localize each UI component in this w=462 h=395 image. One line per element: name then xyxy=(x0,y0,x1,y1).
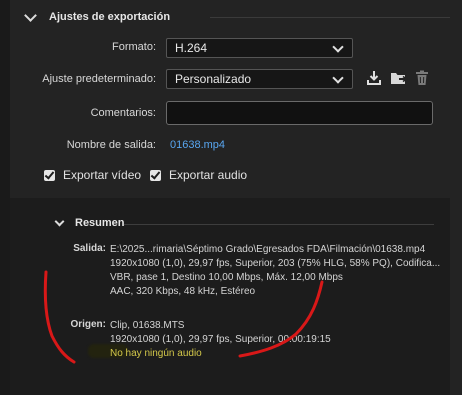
source-summary-line: Clip, 01638.MTS xyxy=(110,320,185,331)
export-audio-checkbox[interactable]: Exportar audio xyxy=(150,168,247,182)
section-title: Ajustes de exportación xyxy=(49,11,171,23)
preset-dropdown[interactable]: Personalizado xyxy=(166,69,353,89)
import-preset-button[interactable] xyxy=(390,70,408,86)
chevron-down-icon xyxy=(24,8,37,22)
checkbox-checked-icon xyxy=(44,169,55,181)
source-summary-label: Origen: xyxy=(70,319,106,330)
output-name-link[interactable]: 01638.mp4 xyxy=(170,139,225,151)
output-name-label: Nombre de salida: xyxy=(66,139,156,151)
output-summary-line: E:\2025...rimaria\Séptimo Grado\Egresado… xyxy=(110,244,426,255)
chevron-down-icon xyxy=(332,72,344,84)
export-video-label: Exportar vídeo xyxy=(63,168,142,182)
summary-title: Resumen xyxy=(75,217,125,229)
output-summary-line: VBR, pase 1, Destino 10,00 Mbps, Máx. 12… xyxy=(110,272,343,283)
import-preset-icon xyxy=(391,73,408,84)
preset-value: Personalizado xyxy=(175,72,252,86)
format-value: H.264 xyxy=(175,41,208,55)
output-summary-label: Salida: xyxy=(73,243,106,254)
preset-label: Ajuste predeterminado: xyxy=(42,73,156,85)
source-summary-line: 1920x1080 (1,0), 29,97 fps, Superior, 00… xyxy=(110,334,331,345)
format-label: Formato: xyxy=(111,41,156,53)
comments-field[interactable] xyxy=(166,101,433,125)
export-audio-label: Exportar audio xyxy=(169,168,248,182)
output-summary-line: 1920x1080 (1,0), 29,97 fps, Superior, 20… xyxy=(110,258,440,269)
save-preset-icon xyxy=(367,71,381,85)
trash-icon xyxy=(416,70,428,85)
chevron-down-icon xyxy=(54,216,65,227)
save-preset-button[interactable] xyxy=(366,70,382,86)
summary-header[interactable]: Resumen xyxy=(54,216,125,229)
summary-divider xyxy=(124,224,434,225)
chevron-down-icon xyxy=(332,41,344,53)
checkbox-checked-icon xyxy=(150,169,161,181)
header-divider xyxy=(210,17,450,18)
export-video-checkbox[interactable]: Exportar vídeo xyxy=(44,168,141,182)
comments-label: Comentarios: xyxy=(90,107,156,119)
left-rail xyxy=(0,0,10,395)
delete-preset-button[interactable] xyxy=(414,70,430,86)
export-settings-header[interactable]: Ajustes de exportación xyxy=(24,6,171,28)
format-dropdown[interactable]: H.264 xyxy=(166,38,353,58)
output-summary-line: AAC, 320 Kbps, 48 kHz, Estéreo xyxy=(110,286,256,297)
no-audio-warning: No hay ningún audio xyxy=(110,348,202,359)
